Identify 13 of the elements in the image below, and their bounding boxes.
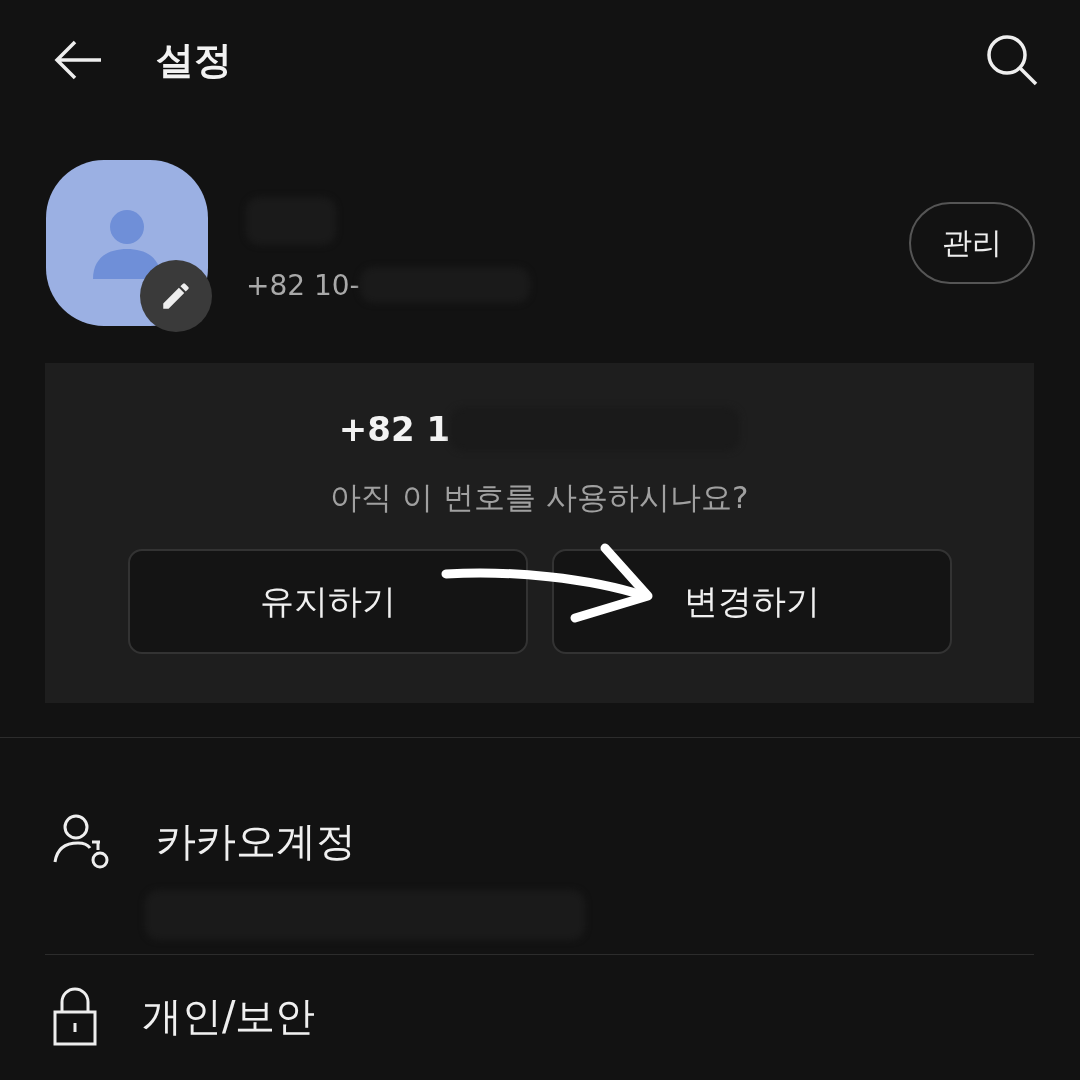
manage-button[interactable]: 관리 bbox=[909, 202, 1035, 284]
change-button[interactable]: 변경하기 bbox=[551, 549, 952, 654]
settings-item[interactable]: 카카오계정 bbox=[0, 796, 1080, 886]
search-icon bbox=[985, 33, 1039, 87]
back-arrow-icon bbox=[53, 40, 103, 80]
phone-number: +82 1 bbox=[338, 409, 451, 449]
page-title: 설정 bbox=[156, 36, 233, 84]
phone-number: +82 10- bbox=[246, 268, 360, 302]
question-text: 아직 이 번호를 사용하시나요? bbox=[330, 478, 749, 517]
keep-button[interactable]: 유지하기 bbox=[127, 549, 528, 654]
search-button[interactable] bbox=[984, 32, 1040, 88]
lock-icon bbox=[52, 986, 98, 1046]
settings-item[interactable]: 개인/보안 bbox=[0, 971, 1080, 1061]
